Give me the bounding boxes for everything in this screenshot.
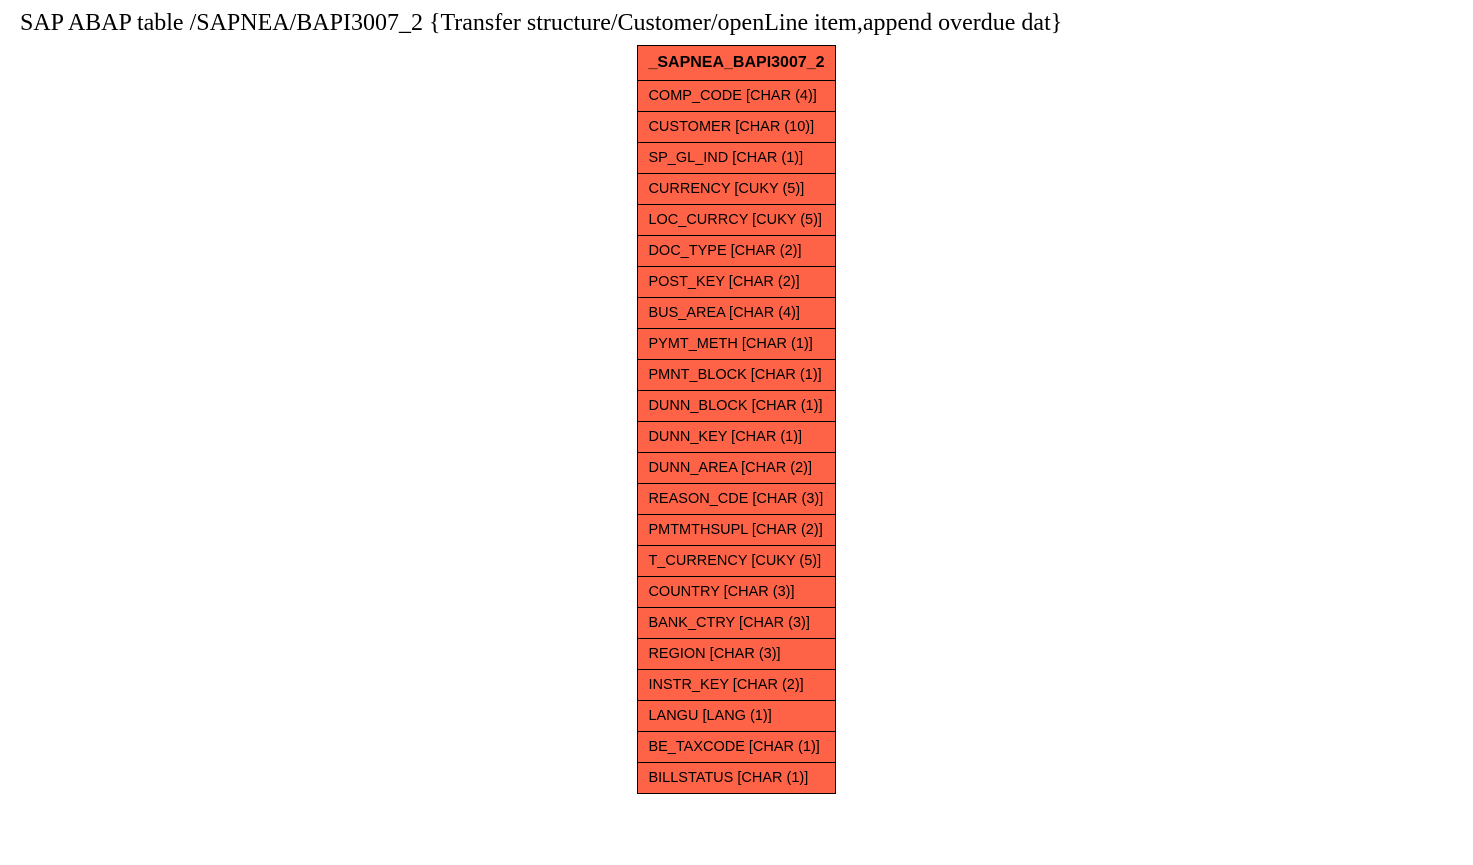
entity-field: INSTR_KEY [CHAR (2)] <box>638 670 834 701</box>
entity-table: _SAPNEA_BAPI3007_2 COMP_CODE [CHAR (4)] … <box>637 45 835 794</box>
entity-field: DUNN_BLOCK [CHAR (1)] <box>638 391 834 422</box>
entity-field: COMP_CODE [CHAR (4)] <box>638 81 834 112</box>
entity-header: _SAPNEA_BAPI3007_2 <box>638 46 834 81</box>
entity-field: REASON_CDE [CHAR (3)] <box>638 484 834 515</box>
entity-field: DUNN_AREA [CHAR (2)] <box>638 453 834 484</box>
entity-field: LOC_CURRCY [CUKY (5)] <box>638 205 834 236</box>
entity-field: DUNN_KEY [CHAR (1)] <box>638 422 834 453</box>
entity-field: PMNT_BLOCK [CHAR (1)] <box>638 360 834 391</box>
entity-field: BANK_CTRY [CHAR (3)] <box>638 608 834 639</box>
entity-field: SP_GL_IND [CHAR (1)] <box>638 143 834 174</box>
entity-field: COUNTRY [CHAR (3)] <box>638 577 834 608</box>
diagram-container: _SAPNEA_BAPI3007_2 COMP_CODE [CHAR (4)] … <box>0 45 1473 794</box>
entity-field: BILLSTATUS [CHAR (1)] <box>638 763 834 793</box>
page-title: SAP ABAP table /SAPNEA/BAPI3007_2 {Trans… <box>0 0 1473 45</box>
entity-field: T_CURRENCY [CUKY (5)] <box>638 546 834 577</box>
entity-field: DOC_TYPE [CHAR (2)] <box>638 236 834 267</box>
entity-field: BE_TAXCODE [CHAR (1)] <box>638 732 834 763</box>
entity-field: PYMT_METH [CHAR (1)] <box>638 329 834 360</box>
entity-field: CUSTOMER [CHAR (10)] <box>638 112 834 143</box>
entity-field: PMTMTHSUPL [CHAR (2)] <box>638 515 834 546</box>
entity-field: POST_KEY [CHAR (2)] <box>638 267 834 298</box>
entity-field: CURRENCY [CUKY (5)] <box>638 174 834 205</box>
entity-field: BUS_AREA [CHAR (4)] <box>638 298 834 329</box>
entity-field: REGION [CHAR (3)] <box>638 639 834 670</box>
entity-field: LANGU [LANG (1)] <box>638 701 834 732</box>
